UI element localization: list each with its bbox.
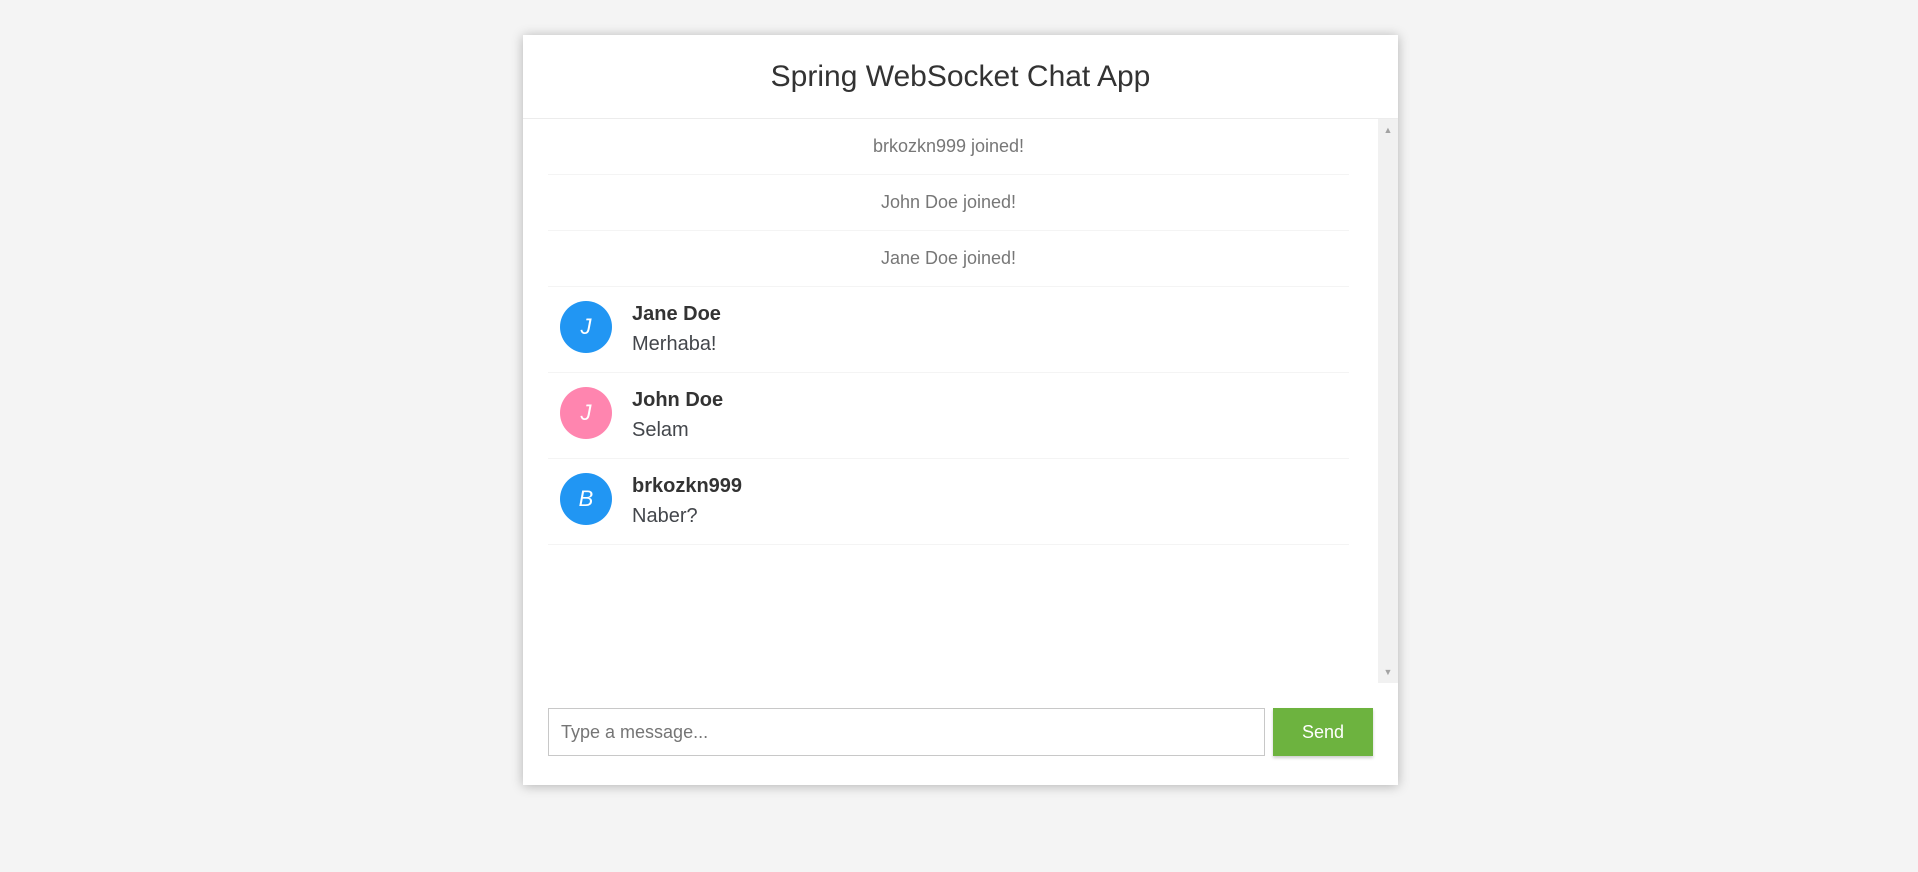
message-sender: Jane Doe [632,303,721,325]
avatar: J [560,301,612,353]
message-list: brkozkn999 joined! John Doe joined! Jane… [548,119,1349,545]
event-message: John Doe joined! [548,175,1349,231]
event-message-text: brkozkn999 joined! [872,136,1025,156]
message-sender: brkozkn999 [632,475,743,497]
chat-message: J Jane Doe Merhaba! [548,287,1349,373]
event-message: brkozkn999 joined! [548,119,1349,175]
chat-message: B brkozkn999 Naber? [548,459,1349,545]
scroll-down-icon[interactable]: ▼ [1378,663,1398,681]
chat-page: Spring WebSocket Chat App brkozkn999 joi… [523,35,1398,785]
event-message-text: John Doe joined! [880,192,1017,212]
message-scrollbar[interactable]: ▲ ▼ [1378,119,1398,683]
send-button[interactable]: Send [1273,708,1373,756]
avatar: J [560,387,612,439]
message-sender: John Doe [632,389,724,411]
message-text: Selam [632,419,689,441]
message-form: Send [548,708,1373,756]
message-text: Naber? [632,505,698,527]
scroll-up-icon[interactable]: ▲ [1378,121,1398,139]
message-area[interactable]: brkozkn999 joined! John Doe joined! Jane… [523,119,1398,683]
message-input[interactable] [548,708,1265,756]
chat-message: J John Doe Selam [548,373,1349,459]
chat-header: Spring WebSocket Chat App [523,35,1398,119]
avatar: B [560,473,612,525]
event-message-text: Jane Doe joined! [880,248,1017,268]
event-message: Jane Doe joined! [548,231,1349,287]
message-text: Merhaba! [632,333,717,355]
page-title: Spring WebSocket Chat App [770,59,1151,93]
